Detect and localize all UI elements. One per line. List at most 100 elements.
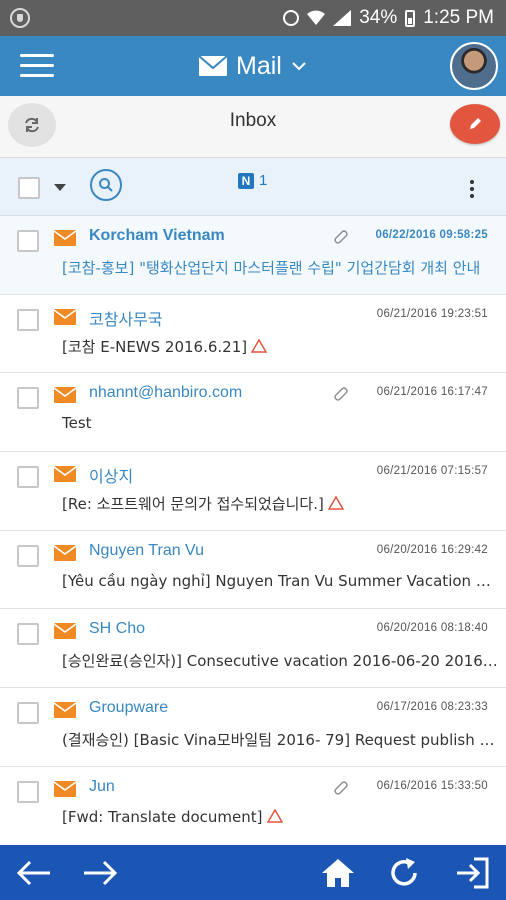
- clock: 1:25 PM: [423, 7, 494, 28]
- app-title: Mail: [236, 51, 282, 80]
- mail-list-item[interactable]: SH Cho 06/20/2016 08:18:40 [승인완료(승인자)] C…: [0, 609, 506, 689]
- reload-icon: [391, 858, 417, 886]
- mail-list-item[interactable]: Nguyen Tran Vu 06/20/2016 16:29:42 [Yêu …: [0, 530, 506, 610]
- mail-date: 06/17/2016 08:23:33: [376, 701, 488, 714]
- mail-sender: 이상지: [89, 469, 134, 487]
- mail-checkbox[interactable]: [17, 780, 39, 803]
- mail-checkbox[interactable]: [17, 544, 39, 567]
- mail-subject: [코참 E-NEWS 2016.6.21]: [62, 336, 498, 357]
- status-bar-right: 34% 1:25 PM: [283, 6, 494, 30]
- mail-sender: Groupware: [89, 699, 169, 717]
- mail-sender: 코참사무국: [89, 311, 163, 329]
- mail-subject-text: [Re: 소프트웨어 문의가 접수되었습니다.]: [62, 495, 324, 514]
- new-mail-count: 1: [259, 172, 268, 189]
- mail-envelope-icon: [54, 308, 76, 325]
- user-avatar[interactable]: [450, 42, 498, 90]
- mail-checkbox[interactable]: [17, 230, 39, 252]
- battery-icon: [405, 9, 416, 27]
- bottom-nav-bar: [0, 845, 506, 900]
- arrow-right-icon: [84, 860, 118, 886]
- mail-envelope-icon: [54, 387, 76, 404]
- mail-date: 06/21/2016 16:17:47: [376, 386, 488, 399]
- wifi-icon: [307, 10, 326, 25]
- mail-list-item[interactable]: Groupware 06/17/2016 08:23:33 (결재승인) [Ba…: [0, 688, 506, 767]
- mail-subject: [코참-홍보] "탱화산업단지 마스터플랜 수립" 기업간담회 개최 안내: [62, 257, 498, 278]
- arrow-left-icon: [16, 860, 50, 886]
- attachment-icon: [334, 387, 348, 402]
- mail-checkbox[interactable]: [17, 308, 39, 331]
- mail-envelope-icon: [54, 623, 76, 640]
- mail-date: 06/21/2016 19:23:51: [376, 307, 488, 320]
- select-options-caret-icon[interactable]: [54, 184, 66, 191]
- mail-sender: Nguyen Tran Vu: [89, 541, 205, 559]
- home-button[interactable]: [318, 855, 358, 891]
- mail-list-item[interactable]: 코참사무국 06/21/2016 19:23:51 [코참 E-NEWS 201…: [0, 294, 506, 374]
- logout-button[interactable]: [452, 855, 492, 891]
- mail-list-item[interactable]: Korcham Vietnam 06/22/2016 09:58:25 [코참-…: [0, 216, 506, 295]
- mail-sender: Korcham Vietnam: [89, 227, 225, 244]
- select-all-checkbox[interactable]: [18, 177, 40, 199]
- attachment-icon: [334, 781, 348, 795]
- attachment-icon: [334, 230, 348, 244]
- new-mail-badge[interactable]: N 1: [238, 172, 267, 189]
- mail-checkbox[interactable]: [17, 623, 39, 646]
- mail-subject-text: Test: [62, 414, 92, 433]
- mail-subject: (결재승인) [Basic Vina모바일팀 2016- 79] Request…: [62, 729, 498, 750]
- list-toolbar: N 1: [0, 158, 506, 216]
- mail-checkbox[interactable]: [17, 702, 39, 725]
- mail-subject-text: (결재승인) [Basic Vina모바일팀 2016- 79] Request…: [62, 731, 498, 750]
- mail-list-item[interactable]: nhannt@hanbiro.com 06/21/2016 16:17:47 T…: [0, 373, 506, 453]
- mail-envelope-icon: [54, 780, 76, 797]
- mail-date: 06/22/2016 09:58:25: [375, 229, 488, 241]
- shield-notification-icon: [10, 8, 30, 28]
- forward-button[interactable]: [80, 855, 120, 891]
- mail-subject: Test: [62, 414, 498, 432]
- status-bar: 34% 1:25 PM: [0, 0, 506, 36]
- pencil-icon: [470, 118, 481, 129]
- search-button[interactable]: [90, 169, 122, 201]
- mail-subject-text: [승인완료(승인자)] Consecutive vacation 2016-06…: [62, 652, 498, 671]
- mail-date: 06/20/2016 08:18:40: [376, 622, 488, 635]
- logout-icon: [457, 857, 489, 889]
- mail-subject: [Yêu cầu ngày nghỉ] Nguyen Tran Vu Summe…: [62, 572, 498, 590]
- mail-subject-text: [Fwd: Translate document]: [62, 807, 263, 826]
- mail-list-item[interactable]: Jun 06/16/2016 15:33:50 [Fwd: Translate …: [0, 766, 506, 845]
- mail-folder-dropdown[interactable]: Mail: [198, 44, 306, 88]
- reload-button[interactable]: [384, 855, 424, 891]
- menu-icon[interactable]: [20, 54, 54, 78]
- mail-subject-text: [코참 E-NEWS 2016.6.21]: [62, 337, 248, 356]
- chevron-down-icon: [292, 62, 306, 71]
- battery-percent: 34%: [359, 7, 398, 28]
- mail-subject-text: [Yêu cầu ngày nghỉ] Nguyen Tran Vu Summe…: [62, 571, 498, 590]
- inbox-header: Inbox: [0, 96, 506, 158]
- home-icon: [322, 859, 354, 887]
- warning-icon: [266, 808, 283, 823]
- envelope-icon: [198, 55, 228, 76]
- mail-subject: [승인완료(승인자)] Consecutive vacation 2016-06…: [62, 650, 498, 671]
- signal-icon: [333, 10, 352, 26]
- compose-button[interactable]: [450, 104, 500, 144]
- mail-date: 06/16/2016 15:33:50: [376, 779, 488, 792]
- mail-subject-text: [코참-홍보] "탱화산업단지 마스터플랜 수립" 기업간담회 개최 안내: [62, 259, 481, 277]
- mail-checkbox[interactable]: [17, 466, 39, 489]
- mail-date: 06/21/2016 07:15:57: [376, 465, 488, 478]
- mail-checkbox[interactable]: [17, 387, 39, 410]
- alarm-icon: [283, 10, 300, 26]
- mail-envelope-icon: [54, 544, 76, 561]
- new-icon: N: [238, 172, 254, 189]
- mail-envelope-icon: [54, 230, 76, 246]
- search-icon: [99, 178, 113, 192]
- mail-sender: SH Cho: [89, 620, 146, 638]
- mail-subject: [Fwd: Translate document]: [62, 808, 498, 826]
- mail-sender: Jun: [89, 777, 115, 795]
- mail-date: 06/20/2016 16:29:42: [376, 543, 488, 556]
- mail-sender: nhannt@hanbiro.com: [89, 384, 243, 402]
- mail-list-item[interactable]: 이상지 06/21/2016 07:15:57 [Re: 소프트웨어 문의가 접…: [0, 452, 506, 531]
- warning-icon: [251, 338, 268, 353]
- back-button[interactable]: [14, 855, 54, 891]
- mail-subject: [Re: 소프트웨어 문의가 접수되었습니다.]: [62, 493, 498, 514]
- mail-envelope-icon: [54, 702, 76, 719]
- more-options-icon[interactable]: [470, 180, 476, 200]
- mail-list: Korcham Vietnam 06/22/2016 09:58:25 [코참-…: [0, 216, 506, 845]
- page-title: Inbox: [229, 110, 277, 131]
